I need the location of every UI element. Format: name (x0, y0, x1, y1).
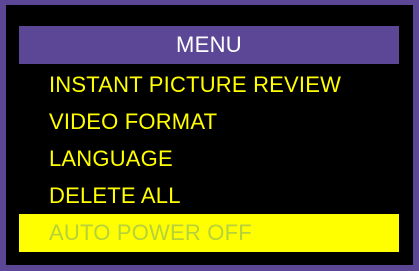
menu-item-auto-power-off[interactable]: AUTO POWER OFF (19, 214, 399, 252)
menu-item-language[interactable]: LANGUAGE (19, 140, 399, 177)
menu-item-video-format[interactable]: VIDEO FORMAT (19, 103, 399, 140)
menu-title: MENU (176, 32, 242, 57)
menu-list: INSTANT PICTURE REVIEW VIDEO FORMAT LANG… (19, 66, 399, 252)
menu-item-delete-all[interactable]: DELETE ALL (19, 177, 399, 214)
menu-item-instant-picture-review[interactable]: INSTANT PICTURE REVIEW (19, 66, 399, 103)
camera-menu-screen: MENU INSTANT PICTURE REVIEW VIDEO FORMAT… (0, 0, 419, 271)
menu-header: MENU (19, 26, 399, 64)
